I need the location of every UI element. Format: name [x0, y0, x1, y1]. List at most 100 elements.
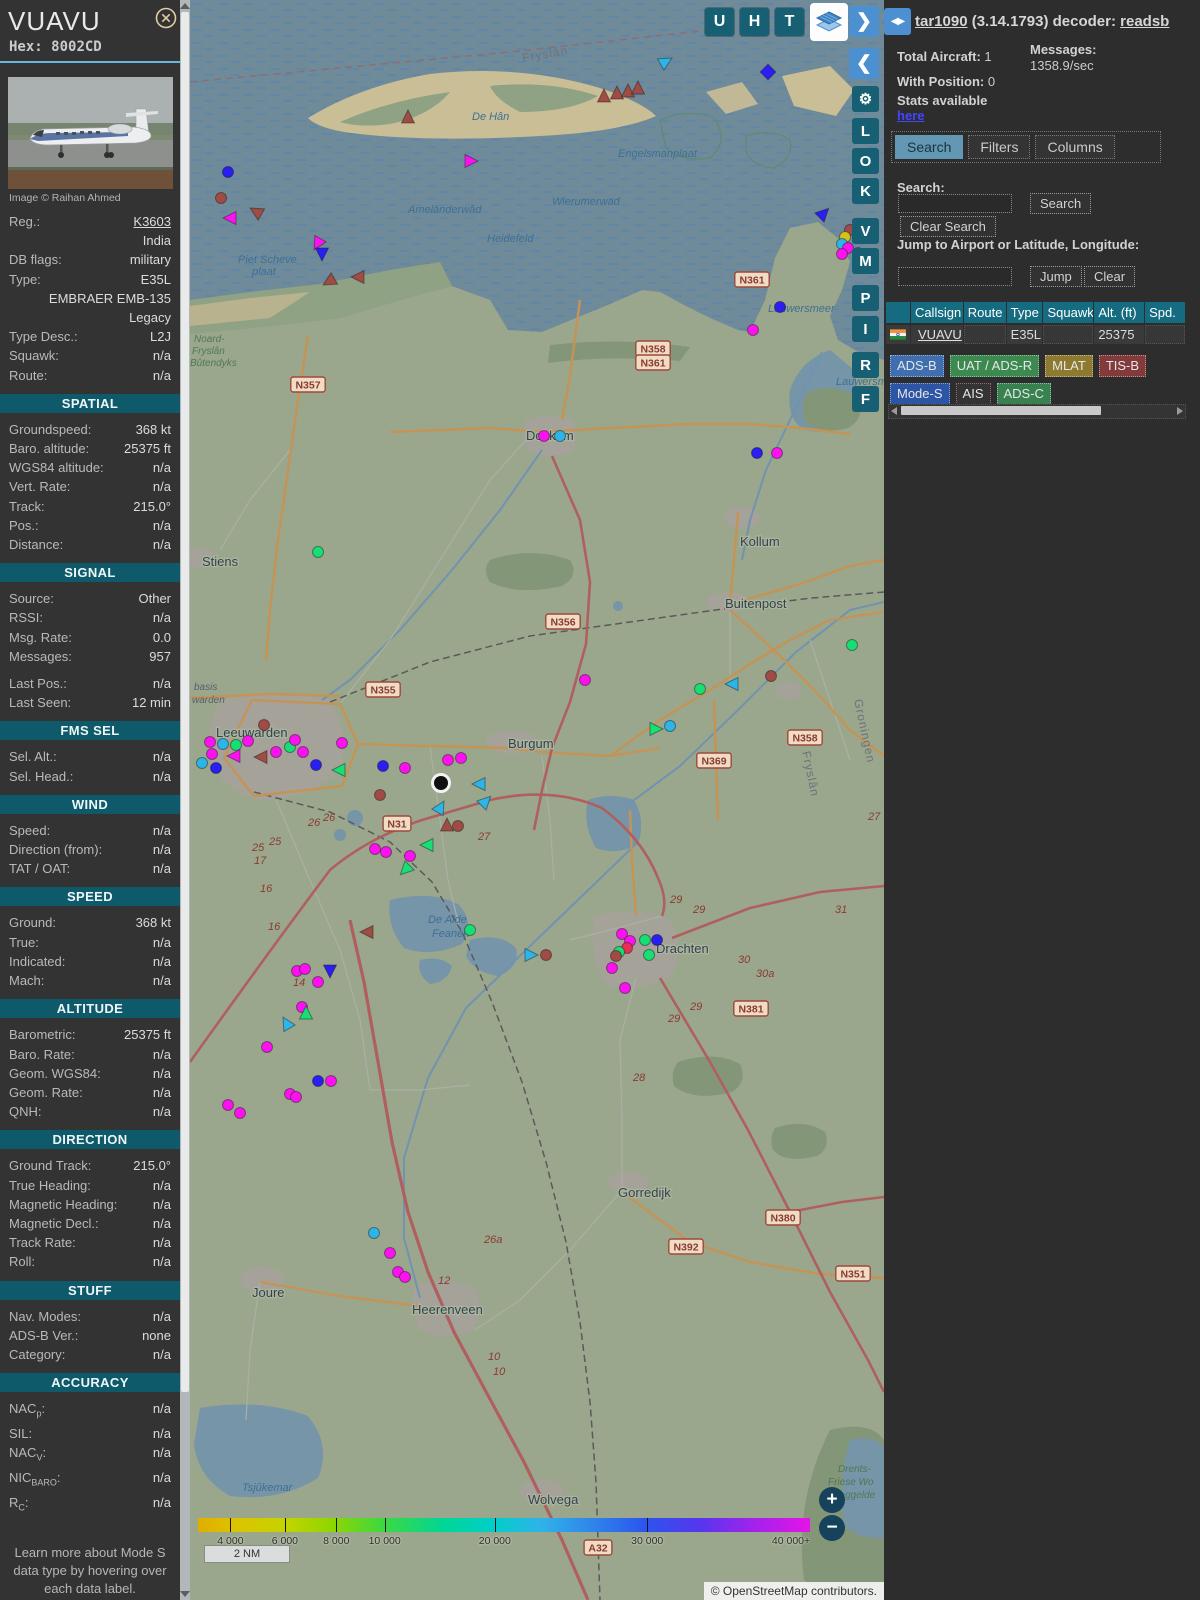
aircraft-marker[interactable] [404, 850, 416, 862]
column-header[interactable]: Alt. (ft) [1094, 302, 1145, 323]
aircraft-marker[interactable] [196, 757, 208, 769]
aircraft-marker[interactable] [540, 949, 552, 961]
aircraft-marker[interactable] [374, 789, 386, 801]
aircraft-marker[interactable] [452, 820, 464, 832]
aircraft-marker[interactable] [312, 976, 324, 988]
aircraft-marker[interactable] [643, 949, 655, 961]
scroll-left-icon[interactable] [891, 407, 897, 415]
jump-input[interactable] [898, 267, 1012, 286]
map-button-k[interactable]: K [852, 178, 879, 204]
aircraft-marker[interactable] [368, 1227, 380, 1239]
column-header[interactable]: Route [963, 302, 1006, 323]
column-header[interactable]: Callsign [910, 302, 963, 323]
scroll-right-icon[interactable] [1177, 407, 1183, 415]
column-header[interactable]: Spd. [1145, 302, 1185, 323]
aircraft-marker[interactable] [464, 924, 476, 936]
badge-mlat[interactable]: MLAT [1045, 355, 1093, 377]
aircraft-marker[interactable] [215, 192, 227, 204]
badge-mode-s[interactable]: Mode-S [890, 383, 950, 405]
zoom-in-button[interactable]: + [819, 1487, 845, 1513]
info-value[interactable]: K3603 [46, 212, 171, 231]
aircraft-marker[interactable] [455, 752, 467, 764]
aircraft-marker[interactable] [399, 762, 411, 774]
aircraft-marker[interactable] [325, 1075, 337, 1087]
aircraft-marker[interactable] [694, 683, 706, 695]
aircraft-marker[interactable] [639, 934, 651, 946]
badge-ads-b[interactable]: ADS-B [890, 355, 944, 377]
readsb-link[interactable]: readsb [1120, 13, 1169, 30]
aircraft-marker[interactable] [606, 962, 618, 974]
scroll-down-icon[interactable] [180, 1591, 190, 1597]
map-button-h[interactable]: H [740, 8, 769, 36]
map-button-l[interactable]: L [852, 118, 879, 144]
selected-aircraft-marker[interactable] [431, 773, 451, 793]
table-horizontal-scrollbar[interactable] [888, 404, 1186, 419]
aircraft-marker[interactable] [270, 746, 282, 758]
column-header[interactable] [886, 302, 910, 323]
aircraft-marker[interactable] [217, 738, 229, 750]
aircraft-marker[interactable] [230, 739, 242, 751]
aircraft-marker[interactable] [290, 1091, 302, 1103]
map-button-v[interactable]: V [852, 218, 879, 244]
aircraft-marker[interactable] [299, 963, 311, 975]
aircraft-marker[interactable] [651, 934, 663, 946]
aircraft-marker[interactable] [846, 639, 858, 651]
aircraft-marker[interactable] [664, 720, 676, 732]
tab-columns[interactable]: Columns [1035, 135, 1115, 159]
layers-button[interactable] [810, 3, 848, 41]
aircraft-marker[interactable] [289, 734, 301, 746]
aircraft-marker[interactable] [312, 1075, 324, 1087]
scroll-up-icon[interactable] [180, 3, 190, 9]
tab-search[interactable]: Search [895, 135, 964, 159]
aircraft-marker[interactable] [222, 1099, 234, 1111]
map-button-p[interactable]: P [852, 285, 879, 311]
table-row[interactable]: VUAVU E35L 25375 [886, 325, 1186, 344]
aircraft-marker[interactable] [554, 430, 566, 442]
aircraft-marker[interactable] [206, 748, 218, 760]
aircraft-marker[interactable] [242, 735, 254, 747]
aircraft-marker[interactable] [765, 670, 777, 682]
badge-tis-b[interactable]: TIS-B [1098, 355, 1147, 377]
stats-here-link[interactable]: here [897, 108, 924, 123]
aircraft-marker[interactable] [751, 447, 763, 459]
badge-ads-c[interactable]: ADS-C [996, 383, 1051, 405]
scrollbar-thumb[interactable] [181, 12, 189, 1392]
search-button[interactable]: Search [1030, 193, 1092, 214]
aircraft-marker[interactable] [204, 736, 216, 748]
map-button-o[interactable]: O [852, 148, 879, 174]
aircraft-marker[interactable] [210, 762, 222, 774]
aircraft-marker[interactable] [836, 248, 848, 260]
aircraft-marker[interactable] [222, 166, 234, 178]
column-header[interactable]: Squawk [1043, 302, 1094, 323]
aircraft-marker[interactable] [312, 546, 324, 558]
aircraft-marker[interactable] [380, 846, 392, 858]
map-button-u[interactable]: U [705, 8, 734, 36]
badge-uat-ads-r[interactable]: UAT / ADS-R [949, 355, 1040, 377]
zoom-out-button[interactable]: − [819, 1515, 845, 1541]
aircraft-marker[interactable] [261, 1041, 273, 1053]
panel-collapse-button-map[interactable]: ❮ [849, 48, 879, 79]
aircraft-marker[interactable] [310, 759, 322, 771]
tar1090-link[interactable]: tar1090 [915, 13, 968, 30]
sidebar-scrollbar[interactable] [180, 0, 190, 1600]
map-button-m[interactable]: M [852, 248, 879, 274]
tab-filters[interactable]: Filters [968, 135, 1031, 159]
aircraft-marker[interactable] [538, 430, 550, 442]
settings-button[interactable]: ⚙ [852, 86, 879, 112]
map-button-r[interactable]: R [852, 352, 879, 378]
search-input[interactable] [898, 194, 1012, 213]
map-button-i[interactable]: I [852, 316, 879, 342]
aircraft-marker[interactable] [610, 950, 622, 962]
callsign-link[interactable]: VUAVU [918, 327, 962, 342]
aircraft-marker[interactable] [579, 674, 591, 686]
aircraft-marker[interactable] [774, 301, 786, 313]
aircraft-marker[interactable] [234, 1107, 246, 1119]
aircraft-marker[interactable] [747, 324, 759, 336]
aircraft-marker[interactable] [442, 754, 454, 766]
aircraft-marker[interactable] [336, 737, 348, 749]
map[interactable]: Fryslân De Hân Engelsmanplaat Wierumerwad Am… [190, 0, 884, 1600]
map-button-t[interactable]: T [775, 8, 804, 36]
aircraft-marker[interactable] [619, 982, 631, 994]
aircraft-marker[interactable] [369, 843, 381, 855]
hscroll-thumb[interactable] [901, 406, 1101, 415]
